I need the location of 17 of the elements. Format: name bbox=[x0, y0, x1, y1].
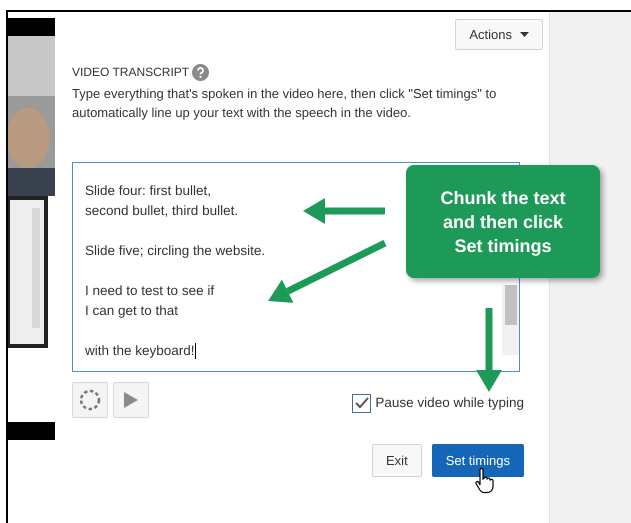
refresh-button[interactable] bbox=[72, 382, 108, 418]
scrollbar[interactable] bbox=[502, 285, 519, 355]
section-heading: VIDEO TRANSCRIPT bbox=[72, 64, 190, 81]
callout-box: Chunk the text and then click Set timings bbox=[406, 165, 600, 278]
description-text: Type everything that's spoken in the video here, then click "Set timings" to automatically line up your text with the speech in the video. bbox=[72, 85, 498, 122]
set-timings-button[interactable]: Set timings bbox=[432, 444, 524, 477]
pause-label: Pause video while typing bbox=[375, 394, 524, 412]
play-button[interactable] bbox=[113, 382, 149, 418]
check-icon bbox=[354, 397, 369, 409]
caret-icon bbox=[520, 32, 529, 37]
refresh-icon bbox=[78, 388, 102, 412]
exit-button[interactable]: Exit bbox=[372, 444, 422, 477]
hand-pointer-icon bbox=[474, 468, 494, 494]
play-icon bbox=[124, 392, 138, 408]
pause-checkbox[interactable] bbox=[352, 394, 372, 412]
actions-button[interactable]: Actions bbox=[455, 19, 543, 50]
help-icon[interactable] bbox=[192, 64, 210, 80]
